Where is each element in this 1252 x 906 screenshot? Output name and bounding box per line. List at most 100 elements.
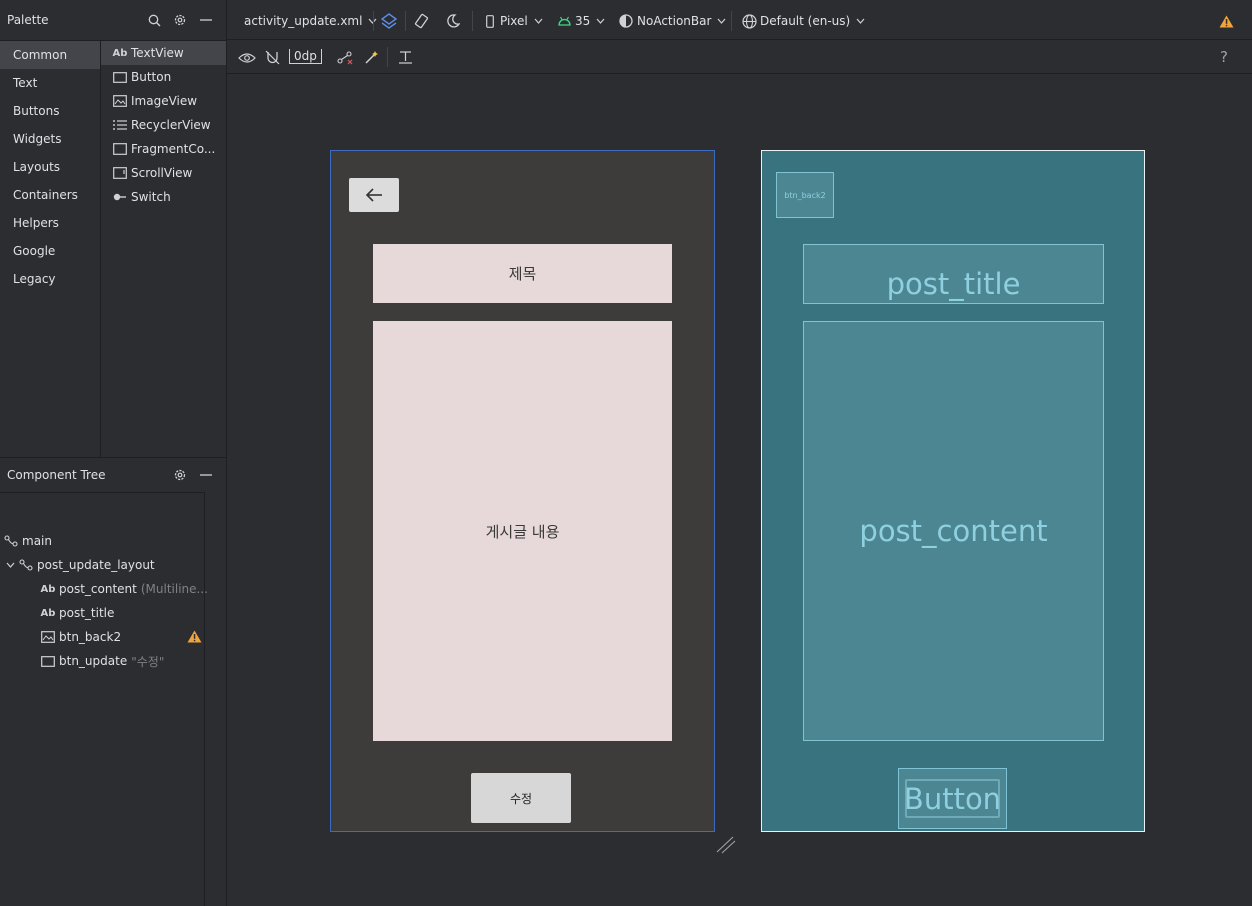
toolbar-divider bbox=[731, 11, 732, 31]
file-selector[interactable]: activity_update.xml bbox=[244, 12, 377, 30]
resize-handle[interactable] bbox=[716, 836, 736, 858]
palette-category-widgets[interactable]: Widgets bbox=[0, 125, 100, 153]
scrollview-icon bbox=[112, 167, 128, 179]
node-extra: "수정" bbox=[131, 654, 165, 669]
device-name: Pixel bbox=[500, 14, 528, 28]
warning-icon[interactable] bbox=[187, 630, 202, 643]
back-button[interactable] bbox=[349, 178, 399, 212]
help-label: ? bbox=[1220, 48, 1228, 66]
blueprint-btn-update[interactable]: Button bbox=[898, 768, 1007, 829]
textview-icon: Ab bbox=[112, 47, 128, 59]
post-title-field[interactable]: 제목 bbox=[373, 244, 672, 303]
globe-icon bbox=[742, 13, 757, 29]
palette-category-buttons[interactable]: Buttons bbox=[0, 97, 100, 125]
palette-category-google[interactable]: Google bbox=[0, 237, 100, 265]
category-label: Legacy bbox=[13, 272, 56, 286]
clear-constraints-button[interactable] bbox=[337, 49, 354, 67]
tree-node-btn-update[interactable]: btn_update "수정" bbox=[40, 650, 164, 672]
widget-label: RecyclerView bbox=[131, 118, 211, 132]
magnet-off-icon bbox=[265, 50, 280, 64]
post-content-field[interactable]: 게시글 내용 bbox=[373, 321, 672, 741]
constraint-layout-icon bbox=[18, 559, 34, 571]
category-label: Containers bbox=[13, 188, 78, 202]
search-icon[interactable] bbox=[146, 12, 162, 28]
palette-category-legacy[interactable]: Legacy bbox=[0, 265, 100, 293]
category-label: Helpers bbox=[13, 216, 59, 230]
orientation-button[interactable] bbox=[413, 12, 430, 30]
update-button[interactable]: 수정 bbox=[471, 773, 571, 823]
widget-label: Switch bbox=[131, 190, 171, 204]
node-label: main bbox=[22, 534, 52, 548]
minimize-icon[interactable] bbox=[198, 12, 214, 28]
tree-node-btn-back2[interactable]: btn_back2 bbox=[40, 626, 121, 648]
palette-widget-textview[interactable]: Ab TextView bbox=[101, 41, 226, 65]
api-level: 35 bbox=[575, 14, 591, 28]
palette-widget-scrollview[interactable]: ScrollView bbox=[101, 161, 226, 185]
imageview-icon bbox=[40, 631, 56, 643]
palette-widget-button[interactable]: Button bbox=[101, 65, 226, 89]
palette-title: Palette bbox=[7, 13, 49, 27]
rotate-icon bbox=[414, 13, 429, 29]
design-surface-toggle[interactable] bbox=[381, 12, 397, 30]
design-view[interactable]: 제목 게시글 내용 수정 bbox=[330, 150, 715, 832]
gear-icon[interactable] bbox=[172, 12, 188, 28]
chevron-down-icon bbox=[856, 18, 865, 24]
night-mode-button[interactable] bbox=[446, 12, 460, 30]
chevron-down-icon[interactable] bbox=[5, 562, 15, 568]
widget-label: FragmentCo... bbox=[131, 142, 216, 156]
view-options-button[interactable] bbox=[238, 49, 256, 67]
locale-selector[interactable]: Default (en-us) bbox=[742, 12, 865, 30]
palette-widget-fragment[interactable]: FragmentCo... bbox=[101, 137, 226, 161]
phone-icon bbox=[486, 14, 494, 28]
default-margin-button[interactable]: 0dp bbox=[289, 49, 322, 64]
resize-grip-icon bbox=[716, 836, 736, 854]
switch-icon bbox=[112, 193, 128, 201]
arrow-left-icon bbox=[365, 188, 382, 202]
palette-widget-imageview[interactable]: ImageView bbox=[101, 89, 226, 113]
baseline-button[interactable] bbox=[398, 48, 413, 66]
tree-node-main[interactable]: main bbox=[3, 530, 52, 552]
help-button[interactable]: ? bbox=[1220, 48, 1228, 66]
margin-value: 0dp bbox=[294, 49, 317, 63]
tree-node-post-title[interactable]: Ab post_title bbox=[40, 602, 115, 624]
layers-icon bbox=[381, 13, 397, 29]
textview-icon: Ab bbox=[40, 607, 56, 619]
blueprint-post-title[interactable]: post_title bbox=[803, 244, 1104, 304]
palette-category-helpers[interactable]: Helpers bbox=[0, 209, 100, 237]
button-icon bbox=[112, 71, 128, 83]
infer-constraints-button[interactable] bbox=[364, 48, 379, 66]
warning-icon bbox=[1219, 15, 1234, 27]
button-icon bbox=[40, 655, 56, 667]
tree-node-post-content[interactable]: Ab post_content (Multiline... bbox=[40, 578, 208, 600]
tree-node-post-update-layout[interactable]: post_update_layout bbox=[5, 554, 155, 576]
palette-widget-recyclerview[interactable]: RecyclerView bbox=[101, 113, 226, 137]
minimize-icon[interactable] bbox=[198, 467, 214, 483]
eye-icon bbox=[238, 53, 256, 63]
blueprint-btn-back2[interactable]: btn_back2 bbox=[776, 172, 834, 218]
node-label: post_content bbox=[59, 582, 137, 596]
constraint-toolbar: 0dp ? bbox=[227, 40, 1252, 74]
text-baseline-icon bbox=[399, 50, 412, 64]
category-label: Layouts bbox=[13, 160, 61, 174]
post-content-hint: 게시글 내용 bbox=[485, 522, 560, 541]
palette-category-containers[interactable]: Containers bbox=[0, 181, 100, 209]
palette-widget-switch[interactable]: Switch bbox=[101, 185, 226, 209]
blueprint-label: post_content bbox=[859, 514, 1048, 548]
theme-icon bbox=[619, 14, 633, 28]
theme-selector[interactable]: NoActionBar bbox=[619, 12, 726, 30]
category-label: Widgets bbox=[13, 132, 62, 146]
blueprint-post-content[interactable]: post_content bbox=[803, 321, 1104, 741]
blueprint-view[interactable]: btn_back2 post_title post_content Button bbox=[761, 150, 1145, 832]
theme-name: NoActionBar bbox=[637, 14, 712, 28]
magic-wand-icon bbox=[365, 50, 378, 64]
gear-icon[interactable] bbox=[172, 467, 188, 483]
palette-category-text[interactable]: Text bbox=[0, 69, 100, 97]
issues-warning-button[interactable] bbox=[1219, 12, 1234, 30]
autoconnect-button[interactable] bbox=[265, 48, 280, 66]
api-level-selector[interactable]: 35 bbox=[558, 12, 605, 30]
toolbar-divider bbox=[373, 11, 374, 31]
fragment-icon bbox=[112, 143, 128, 155]
palette-category-layouts[interactable]: Layouts bbox=[0, 153, 100, 181]
palette-category-common[interactable]: Common bbox=[0, 41, 100, 69]
device-selector[interactable]: Pixel bbox=[486, 12, 543, 30]
